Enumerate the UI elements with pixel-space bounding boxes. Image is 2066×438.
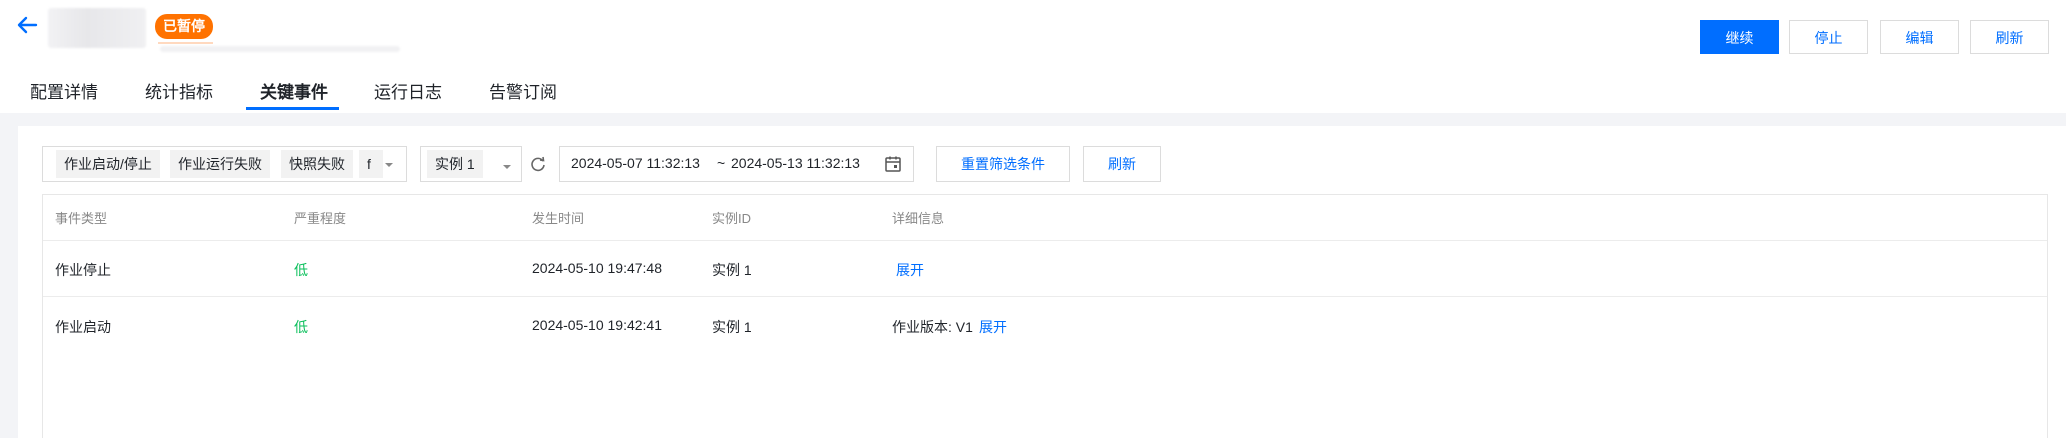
status-underline [158,42,213,44]
expand-link[interactable]: 展开 [896,260,924,280]
reload-icon[interactable] [529,155,547,178]
continue-button[interactable]: 继续 [1700,20,1779,54]
tab-alert-subscription[interactable]: 告警订阅 [489,82,557,108]
cell-time: 2024-05-10 19:42:41 [532,317,662,333]
filter-refresh-button[interactable]: 刷新 [1083,146,1161,182]
active-tab-indicator [246,107,339,110]
event-type-tag[interactable]: 作业运行失败 [170,150,270,178]
cell-time: 2024-05-10 19:47:48 [532,260,662,276]
tab-key-events[interactable]: 关键事件 [260,82,328,108]
row-divider [43,296,2047,297]
col-header-event-type: 事件类型 [55,211,108,226]
event-type-tag[interactable]: 快照失败 [281,150,353,178]
col-header-details: 详细信息 [892,211,945,226]
header-divider [43,240,2047,241]
instance-select-value[interactable]: 实例 1 [427,150,483,178]
back-arrow-icon[interactable] [14,12,40,38]
col-header-time: 发生时间 [532,211,585,226]
job-id-redacted [160,46,400,52]
col-header-severity: 严重程度 [294,211,347,226]
chevron-down-icon[interactable] [384,157,394,175]
cell-instance: 实例 1 [712,319,752,335]
chevron-down-icon[interactable] [502,159,512,177]
stop-button[interactable]: 停止 [1789,20,1868,54]
edit-button[interactable]: 编辑 [1880,20,1959,54]
event-type-tag[interactable]: 作业启动/停止 [56,150,160,178]
events-table [42,194,2048,438]
col-header-instance-id: 实例ID [712,211,752,226]
expand-link[interactable]: 展开 [979,317,1007,337]
calendar-icon[interactable] [884,155,902,178]
cell-instance: 实例 1 [712,262,752,278]
job-name-redacted [48,8,146,48]
date-start[interactable]: 2024-05-07 11:32:13 [571,155,700,171]
date-separator: ~ [717,155,726,171]
tab-metrics[interactable]: 统计指标 [145,82,213,108]
cell-severity: 低 [294,262,308,278]
cell-event-type: 作业启动 [55,319,111,335]
cell-severity: 低 [294,319,308,335]
cell-detail-text: 作业版本: V1 [892,319,973,335]
tab-run-logs[interactable]: 运行日志 [374,82,442,108]
tab-config-details[interactable]: 配置详情 [30,82,98,108]
reset-filters-button[interactable]: 重置筛选条件 [936,146,1070,182]
cell-event-type: 作业停止 [55,262,111,278]
date-end[interactable]: 2024-05-13 11:32:13 [731,155,860,171]
refresh-button[interactable]: 刷新 [1970,20,2049,54]
status-badge: 已暂停 [155,14,213,39]
event-type-tag[interactable]: f [359,150,383,178]
